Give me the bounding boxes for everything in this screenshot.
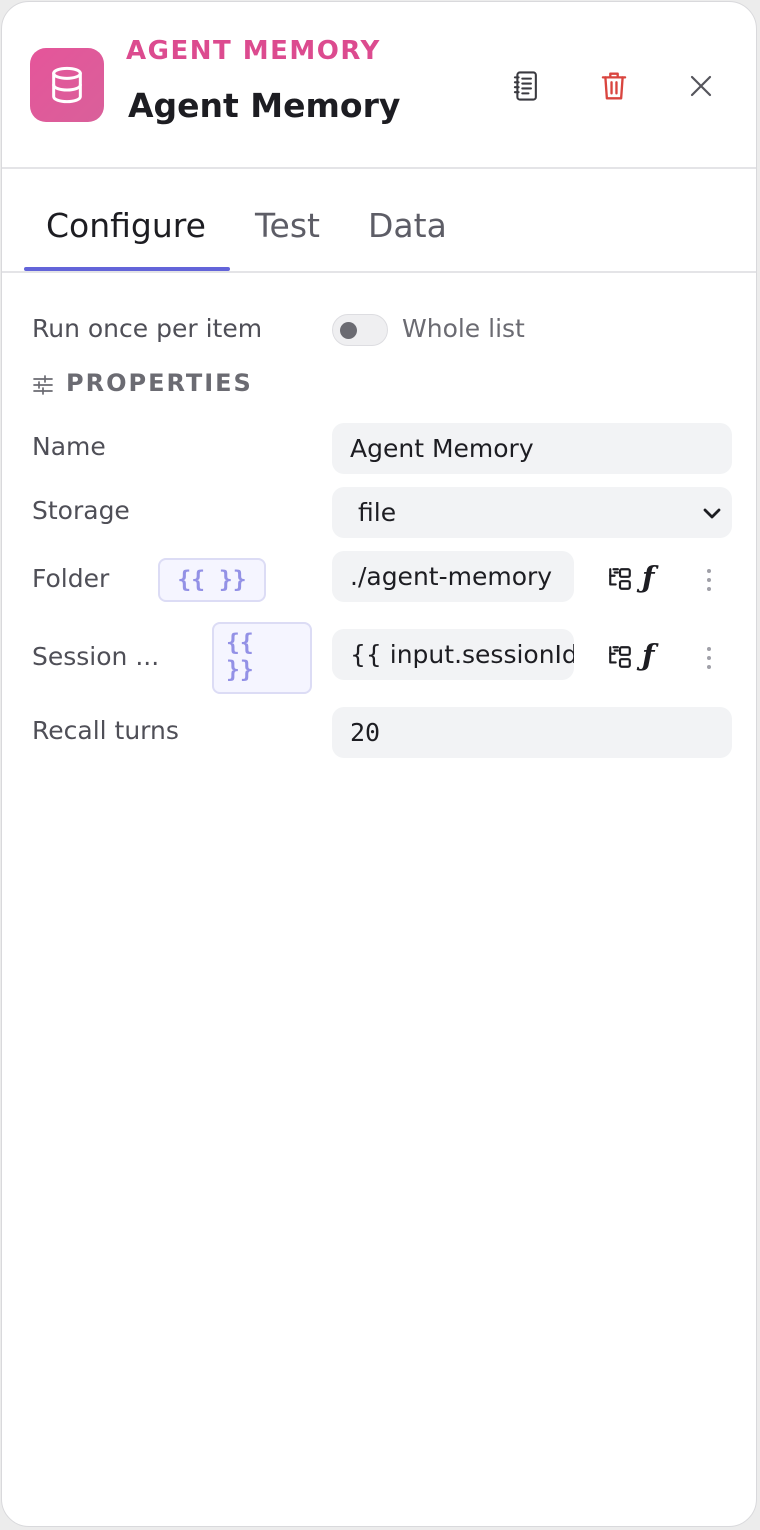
session-expression-toggle[interactable]: {{ }} [212, 622, 312, 694]
storage-select[interactable]: file [332, 487, 732, 538]
variable-picker-button[interactable] [606, 643, 634, 671]
whole-list-label: Whole list [402, 314, 525, 343]
name-label: Name [32, 432, 106, 461]
session-input[interactable]: {{ input.sessionId [332, 629, 574, 680]
function-icon[interactable]: ƒ [642, 638, 654, 672]
variable-picker-button[interactable] [606, 565, 634, 593]
close-icon [690, 75, 712, 97]
run-mode-label: Run once per item [32, 314, 263, 343]
tab-configure[interactable]: Configure [46, 206, 206, 245]
whole-list-toggle[interactable] [332, 314, 388, 346]
node-config-panel: AGENT MEMORY Agent Memory Configure Test… [1, 1, 757, 1527]
folder-expression-toggle[interactable]: {{ }} [158, 558, 266, 602]
docs-icon [513, 71, 537, 101]
variable-tree-icon [609, 646, 631, 668]
expression-close-braces: }} [226, 657, 254, 683]
sliders-icon [33, 375, 53, 395]
function-icon[interactable]: ƒ [642, 560, 654, 594]
tab-data[interactable]: Data [368, 206, 447, 245]
more-options-icon[interactable] [702, 565, 716, 595]
trash-icon [601, 72, 627, 100]
header-divider [2, 167, 756, 169]
more-options-icon[interactable] [702, 643, 716, 673]
node-type-label: AGENT MEMORY [126, 36, 381, 66]
folder-label: Folder [32, 564, 110, 593]
database-icon [30, 48, 104, 122]
tab-test[interactable]: Test [255, 206, 320, 245]
storage-selected-value: file [358, 498, 397, 527]
variable-tree-icon [609, 568, 631, 590]
recall-turns-input[interactable]: 20 [332, 707, 732, 758]
close-button[interactable] [679, 64, 723, 108]
storage-label: Storage [32, 496, 130, 525]
expression-open-braces: {{ [226, 630, 254, 656]
recall-turns-label: Recall turns [32, 716, 179, 745]
expression-braces: {{ }} [177, 567, 247, 593]
chevron-down-icon [703, 508, 721, 518]
toggle-knob [340, 322, 357, 339]
node-title: Agent Memory [128, 86, 401, 125]
tabs-divider [2, 271, 756, 273]
name-input[interactable]: Agent Memory [332, 423, 732, 474]
properties-section-title: PROPERTIES [66, 369, 253, 397]
delete-button[interactable] [592, 64, 636, 108]
docs-button[interactable] [504, 64, 548, 108]
folder-input[interactable]: ./agent-memory [332, 551, 574, 602]
session-label: Session ... [32, 642, 160, 671]
